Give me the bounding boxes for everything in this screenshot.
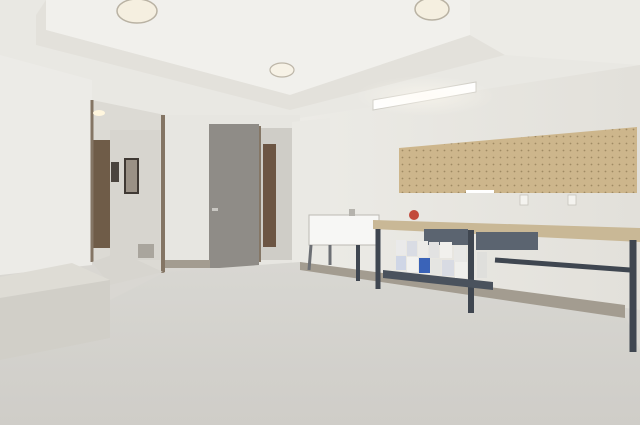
ceiling-light-1 [116,0,158,24]
outlet-1 [519,194,529,206]
utility-sink [308,214,380,246]
hallway-back-wall [110,130,160,260]
baseboard-center [165,260,210,268]
sink-faucet [349,209,355,216]
bench-ornament [409,210,419,220]
wall-frame-1 [111,162,119,182]
ceiling-light-2 [414,0,450,21]
outlet-2 [567,194,577,206]
floor-vent [138,244,154,258]
room-illustration [0,0,640,425]
photo-scene [0,0,640,425]
hallway-shelf [93,140,110,248]
brown-door [263,144,276,247]
gray-door [209,124,259,268]
left-wall [0,55,92,275]
wall-frame-2-inner [126,160,137,192]
ceiling-light-3 [269,62,295,78]
workbench-drawer-2 [476,232,538,250]
door-handle [212,208,218,211]
pegboard-hook [466,190,494,193]
sink-leg-1 [307,244,313,271]
hallway-light [93,110,105,116]
